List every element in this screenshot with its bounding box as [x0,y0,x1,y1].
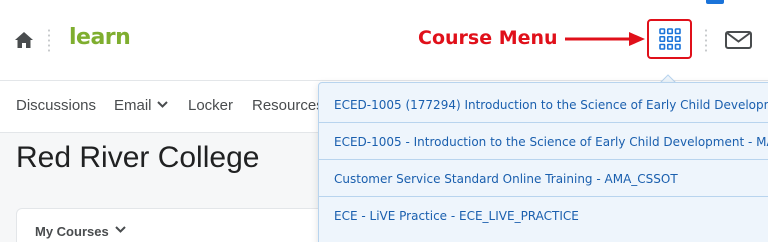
chevron-down-icon [156,101,168,108]
course-menu-item-label: ECED-1005 - Introduction to the Science … [334,135,768,149]
course-menu-item-label: Customer Service Standard Online Trainin… [334,172,678,186]
home-icon[interactable] [14,31,34,49]
nav-resources[interactable]: Resources [252,97,324,114]
course-menu-button[interactable] [647,19,692,59]
course-menu-annotation: Course Menu [418,27,558,49]
annotation-arrow [565,32,645,46]
course-menu-item[interactable]: ECE - LiVE Practice - ECE_LIVE_PRACTICE [319,198,768,234]
course-menu-item-label: ECED-1005 (177294) Introduction to the S… [334,98,768,112]
header-accent [706,0,724,4]
mail-icon[interactable] [725,31,752,49]
nav-email[interactable]: Email [114,97,168,114]
page-title: Red River College [16,141,260,174]
waffle-grid-icon [659,28,681,50]
top-header: learn Course Menu [0,0,768,80]
my-courses-heading[interactable]: My Courses [35,224,109,239]
nav-discussions[interactable]: Discussions [16,97,96,114]
my-courses-widget: My Courses [16,208,336,242]
header-separator [48,28,50,52]
header-separator [705,28,707,52]
chevron-down-icon[interactable] [115,226,126,233]
nav-locker[interactable]: Locker [188,97,233,114]
course-menu-item-label: ECE - LiVE Practice - ECE_LIVE_PRACTICE [334,209,579,223]
course-menu-item[interactable]: ECED-1005 - Introduction to the Science … [319,124,768,160]
course-menu-item[interactable]: ECED-1005 (177294) Introduction to the S… [319,87,768,123]
nav-email-label: Email [114,97,152,114]
course-menu-dropdown: ECED-1005 (177294) Introduction to the S… [318,82,768,242]
learn-logo[interactable]: learn [69,25,131,50]
course-menu-item[interactable]: Customer Service Standard Online Trainin… [319,161,768,197]
